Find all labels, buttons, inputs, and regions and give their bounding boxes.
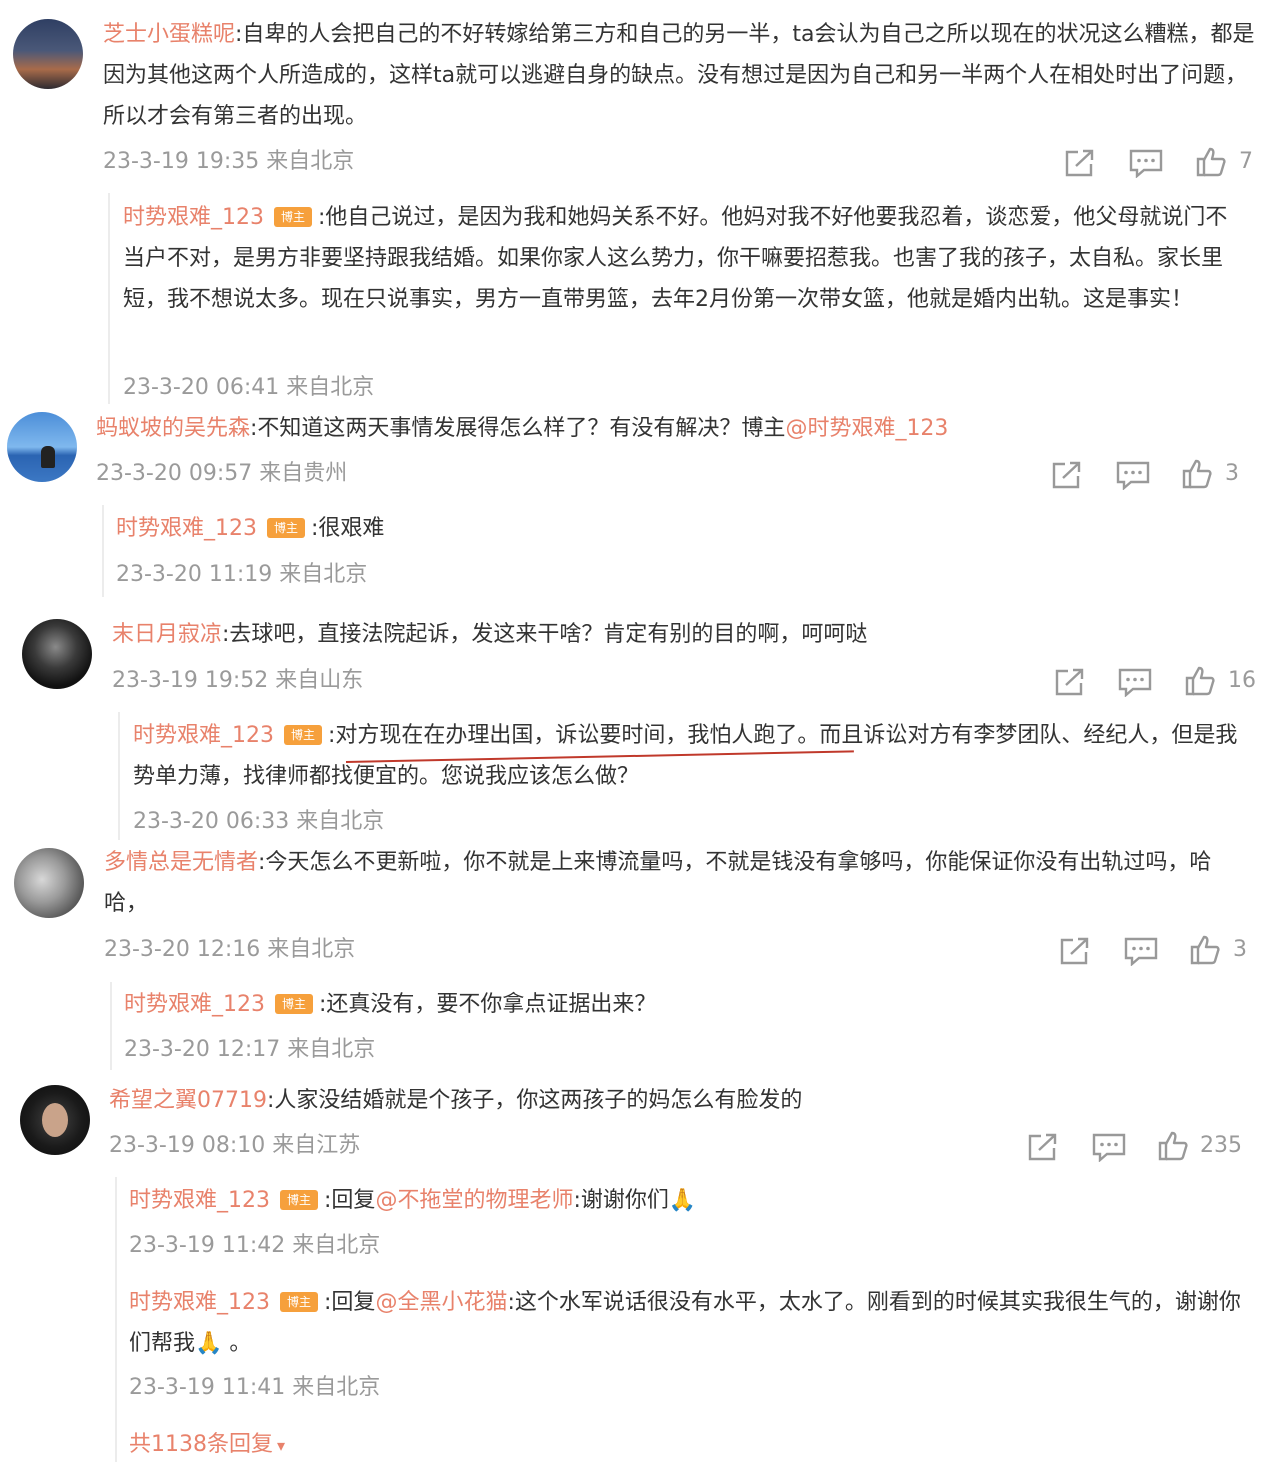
comment-icon[interactable] <box>1115 460 1151 490</box>
mention-link[interactable]: @时势艰难_123 <box>785 416 948 441</box>
reply-author[interactable]: 时势艰难_123 <box>133 723 274 748</box>
avatar[interactable] <box>13 19 83 89</box>
comment-author[interactable]: 希望之翼07719 <box>109 1088 267 1113</box>
reply-body: 时势艰难_123 博主:回复@不拖堂的物理老师:谢谢你们🙏 <box>129 1180 1249 1221</box>
comment-text: :今天怎么不更新啦，你不就是上来博流量吗，不就是钱没有拿够吗，你能保证你没有出轨… <box>104 850 1212 916</box>
comment-text: :不知道这两天事情发展得怎么样了？有没有解决？博主 <box>250 416 786 441</box>
reply-meta: 23-3-20 06:41 来自北京 <box>123 375 375 400</box>
chevron-down-icon: ▾ <box>277 1436 286 1455</box>
like-count: 3 <box>1225 461 1239 486</box>
reply-text: :很艰难 <box>311 516 385 541</box>
reply-author[interactable]: 时势艰难_123 <box>124 992 265 1017</box>
reply-author[interactable]: 时势艰难_123 <box>123 205 264 230</box>
reply-prefix: :回复 <box>324 1290 376 1315</box>
avatar[interactable] <box>20 1085 90 1155</box>
comment-body: 芝士小蛋糕呢:自卑的人会把自己的不好转嫁给第三方和自己的另一半，ta会认为自己之… <box>103 14 1258 137</box>
like-icon[interactable] <box>1181 458 1213 490</box>
reply-body: 时势艰难_123 博主:还真没有，要不你拿点证据出来？ <box>124 984 1244 1025</box>
avatar[interactable] <box>14 848 84 918</box>
reply-thread-line <box>110 982 112 1070</box>
comment-text: :人家没结婚就是个孩子，你这两孩子的妈怎么有脸发的 <box>267 1088 803 1113</box>
blogger-badge: 博主 <box>267 518 306 538</box>
reply-thread-line <box>108 193 110 404</box>
reply-meta: 23-3-19 11:42 来自北京 <box>129 1233 381 1258</box>
reply-prefix: :回复 <box>324 1188 376 1213</box>
comment-meta: 23-3-20 12:16 来自北京 <box>104 937 356 962</box>
comment-meta: 23-3-20 09:57 来自贵州 <box>96 461 348 486</box>
comment-meta: 23-3-19 08:10 来自江苏 <box>109 1133 361 1158</box>
reply-body: 时势艰难_123 博主:他自己说过，是因为我和她妈关系不好。他妈对我不好他要我忍着… <box>123 197 1248 320</box>
mention-link[interactable]: @不拖堂的物理老师 <box>375 1188 573 1213</box>
comment-icon[interactable] <box>1091 1132 1127 1162</box>
reply-meta: 23-3-20 06:33 来自北京 <box>133 809 385 834</box>
reply-text: :谢谢你们🙏 <box>573 1188 697 1213</box>
like-icon[interactable] <box>1189 934 1221 966</box>
avatar[interactable] <box>22 619 92 689</box>
reply-author[interactable]: 时势艰难_123 <box>116 516 257 541</box>
blogger-badge: 博主 <box>280 1292 319 1312</box>
comment-author[interactable]: 末日月寂凉 <box>112 622 222 647</box>
blogger-badge: 博主 <box>284 725 323 745</box>
reply-thread-line <box>102 505 104 597</box>
reply-thread-line <box>115 1177 117 1462</box>
comment-icon[interactable] <box>1128 148 1164 178</box>
comment-body: 希望之翼07719:人家没结婚就是个孩子，你这两孩子的妈怎么有脸发的 <box>109 1080 1254 1121</box>
reply-author[interactable]: 时势艰难_123 <box>129 1290 270 1315</box>
comment-body: 蚂蚁坡的吴先森:不知道这两天事情发展得怎么样了？有没有解决？博主@时势艰难_12… <box>96 408 1256 449</box>
comment-meta: 23-3-19 19:52 来自山东 <box>112 668 364 693</box>
blogger-badge: 博主 <box>274 207 313 227</box>
comment-author[interactable]: 芝士小蛋糕呢 <box>103 22 235 47</box>
comment-text: :自卑的人会把自己的不好转嫁给第三方和自己的另一半，ta会认为自己之所以现在的状… <box>103 22 1255 129</box>
reply-author[interactable]: 时势艰难_123 <box>129 1188 270 1213</box>
avatar[interactable] <box>7 412 77 482</box>
reply-body: 时势艰难_123 博主:对方现在在办理出国，诉讼要时间，我怕人跑了。而且诉讼对方有… <box>133 715 1253 797</box>
share-icon[interactable] <box>1058 935 1092 967</box>
like-icon[interactable] <box>1195 146 1227 178</box>
like-icon[interactable] <box>1184 665 1216 697</box>
reply-meta: 23-3-19 11:41 来自北京 <box>129 1375 381 1400</box>
reply-text: :还真没有，要不你拿点证据出来？ <box>319 992 657 1017</box>
like-count: 16 <box>1228 668 1256 693</box>
like-count: 7 <box>1239 149 1253 174</box>
reply-thread-line <box>118 712 120 840</box>
share-icon[interactable] <box>1063 147 1097 179</box>
share-icon[interactable] <box>1053 666 1087 698</box>
comment-icon[interactable] <box>1117 667 1153 697</box>
share-icon[interactable] <box>1050 459 1084 491</box>
comment-author[interactable]: 多情总是无情者 <box>104 850 258 875</box>
like-count: 235 <box>1200 1133 1242 1158</box>
comment-body: 末日月寂凉:去球吧，直接法院起诉，发这来干啥？肯定有别的目的啊，呵呵哒 <box>112 614 1252 655</box>
more-replies-link[interactable]: 共1138条回复 ▾ <box>129 1430 285 1461</box>
like-icon[interactable] <box>1157 1130 1189 1162</box>
comment-text: :去球吧，直接法院起诉，发这来干啥？肯定有别的目的啊，呵呵哒 <box>222 622 868 647</box>
comment-author[interactable]: 蚂蚁坡的吴先森 <box>96 416 250 441</box>
reply-body: 时势艰难_123 博主:回复@全黑小花猫:这个水军说话很没有水平，太水了。刚看到的… <box>129 1282 1249 1364</box>
comment-icon[interactable] <box>1123 936 1159 966</box>
comment-body: 多情总是无情者:今天怎么不更新啦，你不就是上来博流量吗，不就是钱没有拿够吗，你能… <box>104 842 1254 924</box>
more-replies-label: 共1138条回复 <box>129 1432 273 1457</box>
reply-meta: 23-3-20 12:17 来自北京 <box>124 1037 376 1062</box>
like-count: 3 <box>1233 937 1247 962</box>
share-icon[interactable] <box>1026 1131 1060 1163</box>
reply-body: 时势艰难_123 博主:很艰难 <box>116 508 1236 549</box>
reply-meta: 23-3-20 11:19 来自北京 <box>116 562 368 587</box>
blogger-badge: 博主 <box>280 1190 319 1210</box>
mention-link[interactable]: @全黑小花猫 <box>375 1290 507 1315</box>
comment-meta: 23-3-19 19:35 来自北京 <box>103 149 355 174</box>
blogger-badge: 博主 <box>275 994 314 1014</box>
